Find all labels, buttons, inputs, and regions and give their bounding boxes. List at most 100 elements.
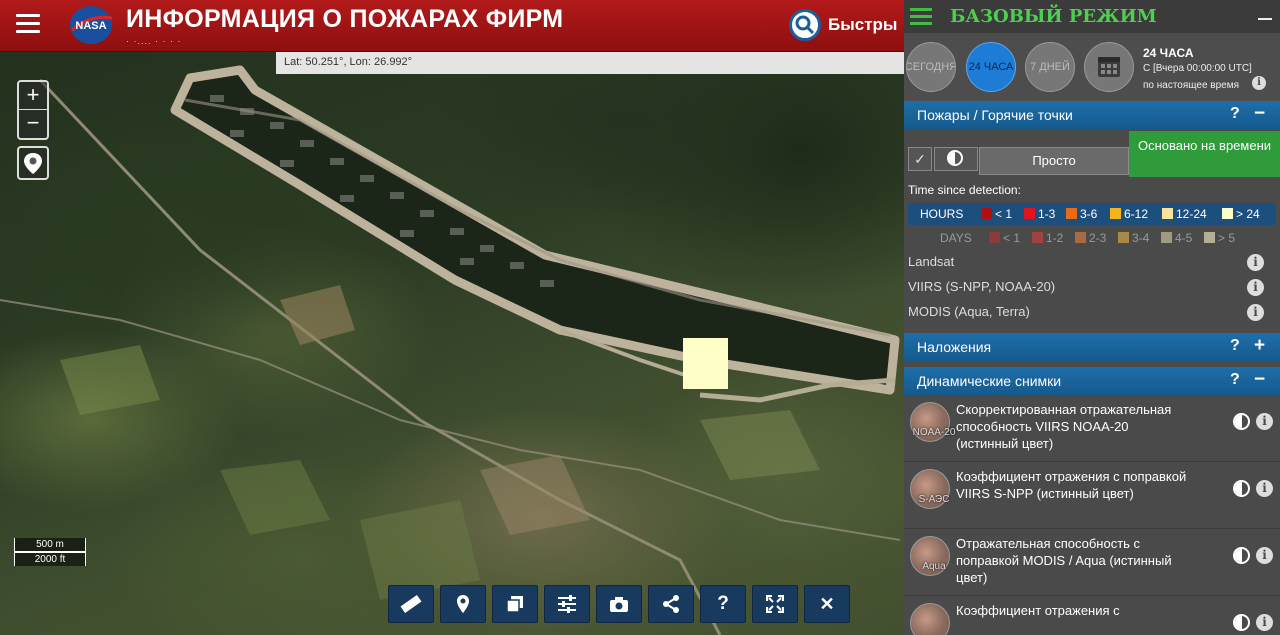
source-label: VIIRS (S-NPP, NOAA-20) <box>908 279 1056 294</box>
imagery-item[interactable]: Aqua Отражательная способность с поправк… <box>904 529 1280 596</box>
info-icon[interactable]: i <box>1256 480 1273 497</box>
time-option-today[interactable]: СЕГОДНЯ <box>906 42 956 92</box>
nasa-logo: NASA <box>70 6 113 44</box>
panel-title: БАЗОВЫЙ РЕЖИМ <box>950 6 1157 27</box>
info-icon[interactable]: i <box>1256 614 1273 631</box>
page-subtitle: · ·.... · · · · <box>126 36 182 46</box>
info-icon[interactable]: i <box>1256 413 1273 430</box>
imagery-item[interactable]: Коэффициент отражения с i <box>904 596 1280 635</box>
legend-swatch <box>1118 232 1129 243</box>
fullscreen-icon <box>766 595 784 613</box>
time-from: С [Вчера 00:00:00 UTC] <box>1143 63 1252 74</box>
map-toolbar: ? ✕ <box>388 585 850 623</box>
contrast-icon[interactable] <box>1233 547 1250 564</box>
time-based-mode-button[interactable]: Основано на времени <box>1129 131 1280 177</box>
marker-button[interactable] <box>440 585 486 623</box>
source-row-modis[interactable]: MODIS (Aqua, Terra) i <box>904 300 1280 325</box>
legend-hours-label: HOURS <box>920 207 964 221</box>
settings-button[interactable] <box>544 585 590 623</box>
share-button[interactable] <box>648 585 694 623</box>
legend-hours-item: < 1 <box>995 207 1013 221</box>
close-button[interactable]: ✕ <box>804 585 850 623</box>
zoom-in-button[interactable]: + <box>19 82 47 110</box>
imagery-thumbnail <box>910 603 950 635</box>
overlays-section-header[interactable]: Наложения ? + <box>904 333 1280 361</box>
contrast-icon[interactable] <box>1233 413 1250 430</box>
legend-swatch <box>989 232 1000 243</box>
time-info-icon[interactable]: i <box>1252 76 1266 90</box>
minimize-icon[interactable] <box>1258 6 1272 20</box>
imagery-help-icon[interactable]: ? <box>1230 371 1240 389</box>
checkmark-icon[interactable]: ✓ <box>908 147 932 171</box>
simple-mode-button[interactable]: Просто <box>979 147 1129 175</box>
thumbnail-caption: S-АЭС <box>918 494 950 505</box>
page-title: ИНФОРМАЦИЯ О ПОЖАРАХ ФИРМ <box>126 5 564 33</box>
legend-days-item: 1-2 <box>1046 231 1064 245</box>
fires-collapse-icon[interactable]: − <box>1254 103 1265 125</box>
legend-swatch <box>1110 208 1121 219</box>
quick-search-label[interactable]: Быстры <box>828 15 897 35</box>
share-icon <box>663 595 679 613</box>
overlays-help-icon[interactable]: ? <box>1230 337 1240 355</box>
fire-legend: Time since detection: HOURS < 1 1-3 3-6 … <box>904 177 1280 250</box>
snapshot-button[interactable] <box>596 585 642 623</box>
legend-title: Time since detection: <box>908 183 1021 197</box>
time-option-7d[interactable]: 7 ДНЕЙ <box>1025 42 1075 92</box>
panel-menu-icon[interactable] <box>910 8 932 26</box>
help-button[interactable]: ? <box>700 585 746 623</box>
imagery-collapse-icon[interactable]: − <box>1254 369 1265 391</box>
imagery-title: Коэффициент отражения с <box>956 603 1120 618</box>
layers-icon <box>506 596 523 613</box>
legend-days-item: > 5 <box>1218 231 1236 245</box>
legend-swatch <box>1066 208 1077 219</box>
source-label: Landsat <box>908 254 955 269</box>
fires-section-header[interactable]: Пожары / Горячие точки ? − <box>904 101 1280 129</box>
legend-days-row: DAYS < 1 1-2 2-3 3-4 4-5 > 5 <box>908 227 1276 247</box>
time-option-24h[interactable]: 24 ЧАСА <box>966 42 1016 92</box>
contrast-icon[interactable] <box>1233 614 1250 631</box>
imagery-section-header[interactable]: Динамические снимки ? − <box>904 367 1280 395</box>
locate-button[interactable] <box>17 146 49 180</box>
zoom-out-button[interactable]: − <box>19 110 47 138</box>
legend-days-label: DAYS <box>940 231 972 245</box>
fullscreen-button[interactable] <box>752 585 798 623</box>
info-icon[interactable]: i <box>1256 547 1273 564</box>
imagery-title: Отражательная способность с поправкой MO… <box>956 536 1172 585</box>
sliders-icon <box>558 595 576 613</box>
info-icon[interactable]: i <box>1247 279 1264 296</box>
imagery-item[interactable]: S-АЭС Коэффициент отражения с поправкой … <box>904 462 1280 529</box>
time-heading-text: 24 ЧАСА <box>1143 46 1194 60</box>
legend-swatch <box>1204 232 1215 243</box>
source-row-viirs[interactable]: VIIRS (S-NPP, NOAA-20) i <box>904 275 1280 300</box>
scale-feet: 2000 ft <box>14 552 86 566</box>
legend-days-item: 3-4 <box>1132 231 1150 245</box>
menu-icon[interactable] <box>16 14 40 36</box>
ruler-icon <box>400 594 422 614</box>
search-icon[interactable] <box>789 9 821 41</box>
legend-swatch <box>981 208 992 219</box>
info-icon[interactable]: i <box>1247 254 1264 271</box>
scale-meters: 500 m <box>14 538 86 552</box>
legend-swatch <box>1032 232 1043 243</box>
location-pin-icon <box>24 153 42 174</box>
fires-help-icon[interactable]: ? <box>1230 105 1240 123</box>
imagery-item[interactable]: NOAA-20 Скорректированная отражательная … <box>904 395 1280 462</box>
contrast-icon[interactable] <box>1233 480 1250 497</box>
info-icon[interactable]: i <box>1247 304 1264 321</box>
layers-button[interactable] <box>492 585 538 623</box>
overlays-expand-icon[interactable]: + <box>1254 335 1265 357</box>
imagery-title: Коэффициент отражения с поправкой VIIRS … <box>956 469 1187 501</box>
source-label: MODIS (Aqua, Terra) <box>908 304 1030 319</box>
imagery-title: Скорректированная отражательная способно… <box>956 402 1172 451</box>
imagery-section-label: Динамические снимки <box>917 373 1062 389</box>
time-to: по настоящее время <box>1143 80 1240 91</box>
source-row-landsat[interactable]: Landsat i <box>904 250 1280 275</box>
fire-hotspot[interactable] <box>683 338 728 389</box>
calendar-button[interactable] <box>1084 42 1134 92</box>
measure-button[interactable] <box>388 585 434 623</box>
legend-hours-item: 3-6 <box>1080 207 1098 221</box>
opacity-toggle[interactable] <box>934 147 978 171</box>
legend-swatch <box>1024 208 1035 219</box>
zoom-control: + − <box>17 80 49 140</box>
legend-swatch <box>1222 208 1233 219</box>
